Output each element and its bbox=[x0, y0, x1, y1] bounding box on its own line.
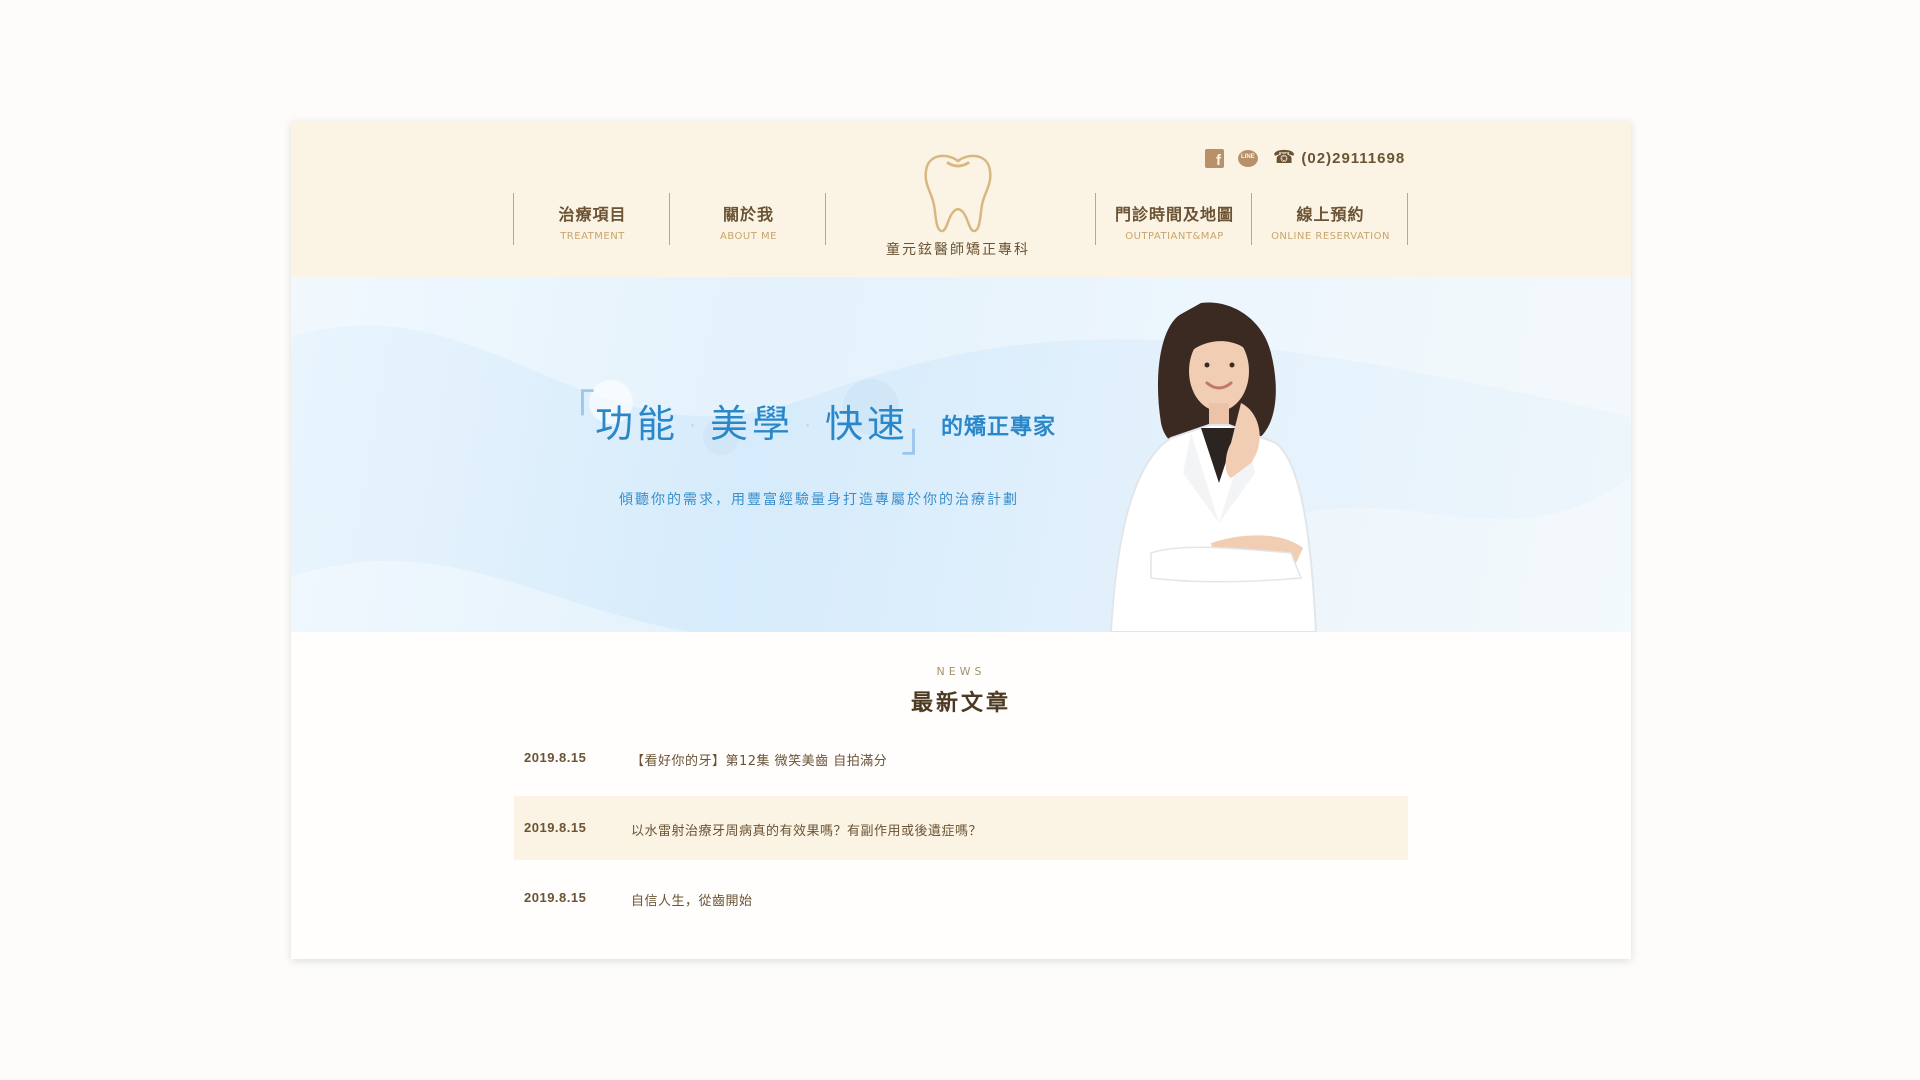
line-icon[interactable]: LINE bbox=[1238, 149, 1258, 167]
phone-icon: ☎ bbox=[1273, 147, 1296, 168]
contact-bar: f LINE ☎ (02)29111698 bbox=[1205, 148, 1405, 168]
news-date: 2019.8.15 bbox=[524, 820, 587, 835]
hero-banner: 「 功能 · 美學 · 快速 」 的矯正專家 傾聽你的需求，用豐富經驗量身打造專屬於你的… bbox=[291, 277, 1631, 632]
headline-word: 美學 bbox=[710, 402, 795, 446]
headline-dot: · bbox=[804, 414, 816, 439]
nav-item-treatment[interactable]: 治療項目 TREATMENT bbox=[515, 193, 670, 245]
news-title: 最新文章 bbox=[910, 691, 1011, 716]
news-item-title: 自信人生，從齒開始 bbox=[631, 894, 753, 909]
nav-item-outpatient-map[interactable]: 門診時間及地圖 OUTPATIANT&MAP bbox=[1097, 193, 1252, 245]
nav-divider bbox=[1095, 193, 1096, 245]
news-date: 2019.8.15 bbox=[524, 750, 587, 765]
nav-divider bbox=[1407, 193, 1408, 245]
headline-suffix: 的矯正專家 bbox=[941, 415, 1057, 440]
nav-divider bbox=[669, 193, 670, 245]
silk-background bbox=[291, 277, 1631, 632]
nav-item-label: 治療項目 bbox=[558, 205, 627, 224]
site-logo[interactable]: 童元鉉醫師矯正專科 bbox=[883, 149, 1033, 269]
news-item[interactable]: 2019.8.15 【看好你的牙】第12集 微笑美齒 自拍滿分 bbox=[514, 726, 1408, 790]
nav-item-sublabel: TREATMENT bbox=[560, 231, 625, 242]
nav-divider bbox=[825, 193, 826, 245]
phone-number[interactable]: (02)29111698 bbox=[1301, 150, 1405, 167]
nav-divider bbox=[513, 193, 514, 245]
news-item[interactable]: 2019.8.15 以水雷射治療牙周病真的有效果嗎？有副作用或後遺症嗎？ bbox=[514, 796, 1408, 860]
nav-divider bbox=[1251, 193, 1252, 245]
nav-item-sublabel: ONLINE RESERVATION bbox=[1271, 231, 1390, 242]
close-bracket: 」 bbox=[901, 415, 941, 461]
nav-item-sublabel: OUTPATIANT&MAP bbox=[1125, 231, 1224, 242]
tooth-icon bbox=[924, 154, 992, 233]
headline-dot: · bbox=[689, 414, 701, 439]
facebook-icon[interactable]: f bbox=[1205, 148, 1224, 168]
open-bracket: 「 bbox=[555, 387, 595, 433]
nav-item-label: 線上預約 bbox=[1296, 205, 1365, 224]
doctor-portrait bbox=[1109, 302, 1318, 632]
nav-item-online-reservation[interactable]: 線上預約 ONLINE RESERVATION bbox=[1253, 193, 1408, 245]
page-container: 治療項目 TREATMENT 關於我 ABOUT ME 童元鉉醫師矯正專科 門診… bbox=[291, 121, 1631, 959]
news-label-en: NEWS bbox=[936, 665, 986, 678]
nav-item-about[interactable]: 關於我 ABOUT ME bbox=[671, 193, 826, 245]
site-header: 治療項目 TREATMENT 關於我 ABOUT ME 童元鉉醫師矯正專科 門診… bbox=[291, 121, 1631, 277]
news-item-title: 【看好你的牙】第12集 微笑美齒 自拍滿分 bbox=[631, 754, 888, 769]
nav-item-sublabel: ABOUT ME bbox=[720, 231, 777, 242]
headline-word: 快速 bbox=[825, 402, 910, 446]
nav-item-label: 關於我 bbox=[722, 205, 774, 224]
clinic-name: 童元鉉醫師矯正專科 bbox=[886, 242, 1030, 258]
headline-word: 功能 bbox=[595, 402, 680, 446]
hero-subline: 傾聽你的需求，用豐富經驗量身打造專屬於你的治療計劃 bbox=[619, 492, 1019, 508]
nav-item-label: 門診時間及地圖 bbox=[1114, 205, 1234, 224]
news-item[interactable]: 2019.8.15 自信人生，從齒開始 bbox=[514, 866, 1408, 930]
news-item-title: 以水雷射治療牙周病真的有效果嗎？有副作用或後遺症嗎？ bbox=[631, 824, 983, 839]
news-date: 2019.8.15 bbox=[524, 890, 587, 905]
hero-headline: 功能 · 美學 · 快速 bbox=[595, 393, 909, 448]
